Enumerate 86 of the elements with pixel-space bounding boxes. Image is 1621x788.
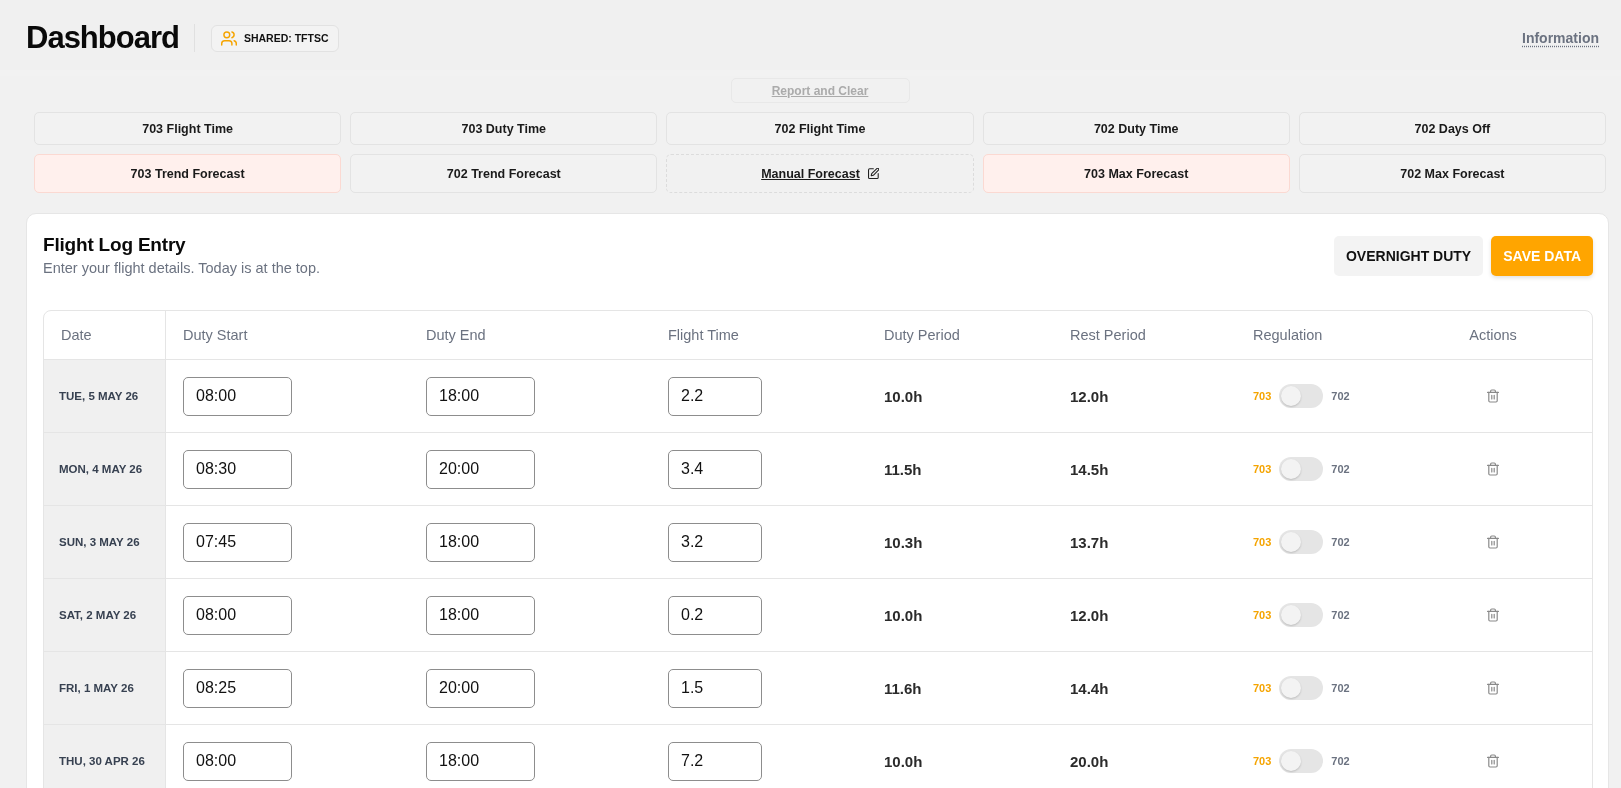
date-cell: FRI, 1 MAY 26 bbox=[44, 652, 166, 724]
rest-period-value: 14.5h bbox=[1070, 460, 1109, 478]
regulation-label: 703 bbox=[1253, 755, 1272, 767]
stat-button[interactable]: 702 Flight Time bbox=[666, 112, 974, 145]
duty-period-value: 10.0h bbox=[884, 752, 923, 770]
regulation-label: 703 bbox=[1253, 536, 1272, 548]
regulation-label: 702 bbox=[1331, 609, 1350, 621]
duty-start-input[interactable]: 08:00 bbox=[183, 741, 292, 781]
duty-start-input[interactable]: 08:00 bbox=[183, 376, 292, 416]
duty-period-value: 10.0h bbox=[884, 387, 923, 405]
duty-period-value: 11.6h bbox=[884, 679, 922, 697]
date-cell: SUN, 3 MAY 26 bbox=[44, 506, 166, 578]
duty-end-input[interactable]: 20:00 bbox=[426, 449, 535, 489]
rest-period-value: 14.4h bbox=[1070, 679, 1109, 697]
date-cell: SAT, 2 MAY 26 bbox=[44, 579, 166, 651]
regulation-label: 703 bbox=[1253, 609, 1272, 621]
regulation-label: 702 bbox=[1331, 755, 1350, 767]
trash-icon[interactable] bbox=[1487, 462, 1499, 476]
stat-button[interactable]: 703 Flight Time bbox=[34, 112, 342, 145]
flight-time-input[interactable]: 1.5 bbox=[668, 668, 762, 708]
regulation-label: 703 bbox=[1253, 463, 1272, 475]
column-header: Rest Period bbox=[1070, 327, 1146, 343]
duty-start-input[interactable]: 08:30 bbox=[183, 449, 292, 489]
stat-button[interactable]: 703 Trend Forecast bbox=[34, 154, 342, 193]
column-header: Date bbox=[61, 327, 92, 343]
date-cell: THU, 30 APR 26 bbox=[44, 725, 166, 788]
stat-button[interactable]: 703 Max Forecast bbox=[982, 154, 1290, 193]
regulation-toggle[interactable] bbox=[1279, 749, 1324, 773]
trash-icon[interactable] bbox=[1487, 681, 1499, 695]
manual-forecast-button[interactable]: Manual Forecast bbox=[666, 154, 974, 193]
rest-period-value: 12.0h bbox=[1070, 387, 1109, 405]
regulation-label: 703 bbox=[1253, 682, 1272, 694]
regulation-toggle[interactable] bbox=[1279, 530, 1324, 554]
rest-period-value: 13.7h bbox=[1070, 533, 1109, 551]
regulation-toggle[interactable] bbox=[1279, 384, 1324, 408]
trash-icon[interactable] bbox=[1487, 754, 1499, 768]
card-subtitle: Enter your flight details. Today is at the top. bbox=[43, 260, 320, 276]
regulation-toggle[interactable] bbox=[1279, 457, 1324, 481]
duty-period-value: 10.0h bbox=[884, 606, 923, 624]
flight-time-input[interactable]: 7.2 bbox=[668, 741, 762, 781]
duty-end-input[interactable]: 18:00 bbox=[426, 741, 535, 781]
regulation-label: 702 bbox=[1331, 463, 1350, 475]
trash-icon[interactable] bbox=[1487, 535, 1499, 549]
stat-button[interactable]: 702 Max Forecast bbox=[1298, 154, 1606, 193]
duty-period-value: 10.3h bbox=[884, 533, 923, 551]
column-header: Flight Time bbox=[668, 327, 739, 343]
stat-button[interactable]: 702 Days Off bbox=[1298, 112, 1606, 145]
column-header: Duty Start bbox=[183, 327, 248, 343]
column-header: Duty End bbox=[426, 327, 486, 343]
overnight-duty-button[interactable]: OVERNIGHT DUTY bbox=[1334, 236, 1484, 276]
flight-time-input[interactable]: 2.2 bbox=[668, 376, 762, 416]
regulation-label: 703 bbox=[1253, 390, 1272, 402]
edit-icon bbox=[867, 168, 879, 179]
column-header: Duty Period bbox=[884, 327, 960, 343]
dashboard-title: Dashboard bbox=[26, 20, 179, 56]
flight-time-input[interactable]: 0.2 bbox=[668, 595, 762, 635]
trash-icon[interactable] bbox=[1487, 389, 1499, 403]
duty-end-input[interactable]: 20:00 bbox=[426, 668, 535, 708]
regulation-label: 702 bbox=[1331, 682, 1350, 694]
rest-period-value: 12.0h bbox=[1070, 606, 1109, 624]
duty-start-input[interactable]: 07:45 bbox=[183, 522, 292, 562]
flight-time-input[interactable]: 3.4 bbox=[668, 449, 762, 489]
regulation-label: 702 bbox=[1331, 390, 1350, 402]
shared-label: SHARED: TFTSC bbox=[243, 32, 329, 44]
trash-icon[interactable] bbox=[1487, 608, 1499, 622]
card-title: Flight Log Entry bbox=[43, 234, 187, 256]
duty-end-input[interactable]: 18:00 bbox=[426, 522, 535, 562]
column-header: Actions bbox=[1469, 327, 1517, 343]
duty-period-value: 11.5h bbox=[884, 460, 922, 478]
regulation-toggle[interactable] bbox=[1279, 676, 1324, 700]
stat-button[interactable]: 702 Trend Forecast bbox=[350, 154, 658, 193]
duty-end-input[interactable]: 18:00 bbox=[426, 376, 535, 416]
users-icon bbox=[220, 30, 237, 46]
flight-time-input[interactable]: 3.2 bbox=[668, 522, 762, 562]
rest-period-value: 20.0h bbox=[1070, 752, 1109, 770]
stat-button[interactable]: 702 Duty Time bbox=[982, 112, 1290, 145]
date-cell: TUE, 5 MAY 26 bbox=[44, 360, 166, 432]
regulation-label: 702 bbox=[1331, 536, 1350, 548]
date-cell: MON, 4 MAY 26 bbox=[44, 433, 166, 505]
regulation-toggle[interactable] bbox=[1279, 603, 1324, 627]
information-link[interactable]: Information bbox=[1522, 30, 1599, 46]
stat-button[interactable]: 703 Duty Time bbox=[350, 112, 658, 145]
duty-end-input[interactable]: 18:00 bbox=[426, 595, 535, 635]
duty-start-input[interactable]: 08:25 bbox=[183, 668, 292, 708]
column-header: Regulation bbox=[1253, 327, 1323, 343]
duty-start-input[interactable]: 08:00 bbox=[183, 595, 292, 635]
